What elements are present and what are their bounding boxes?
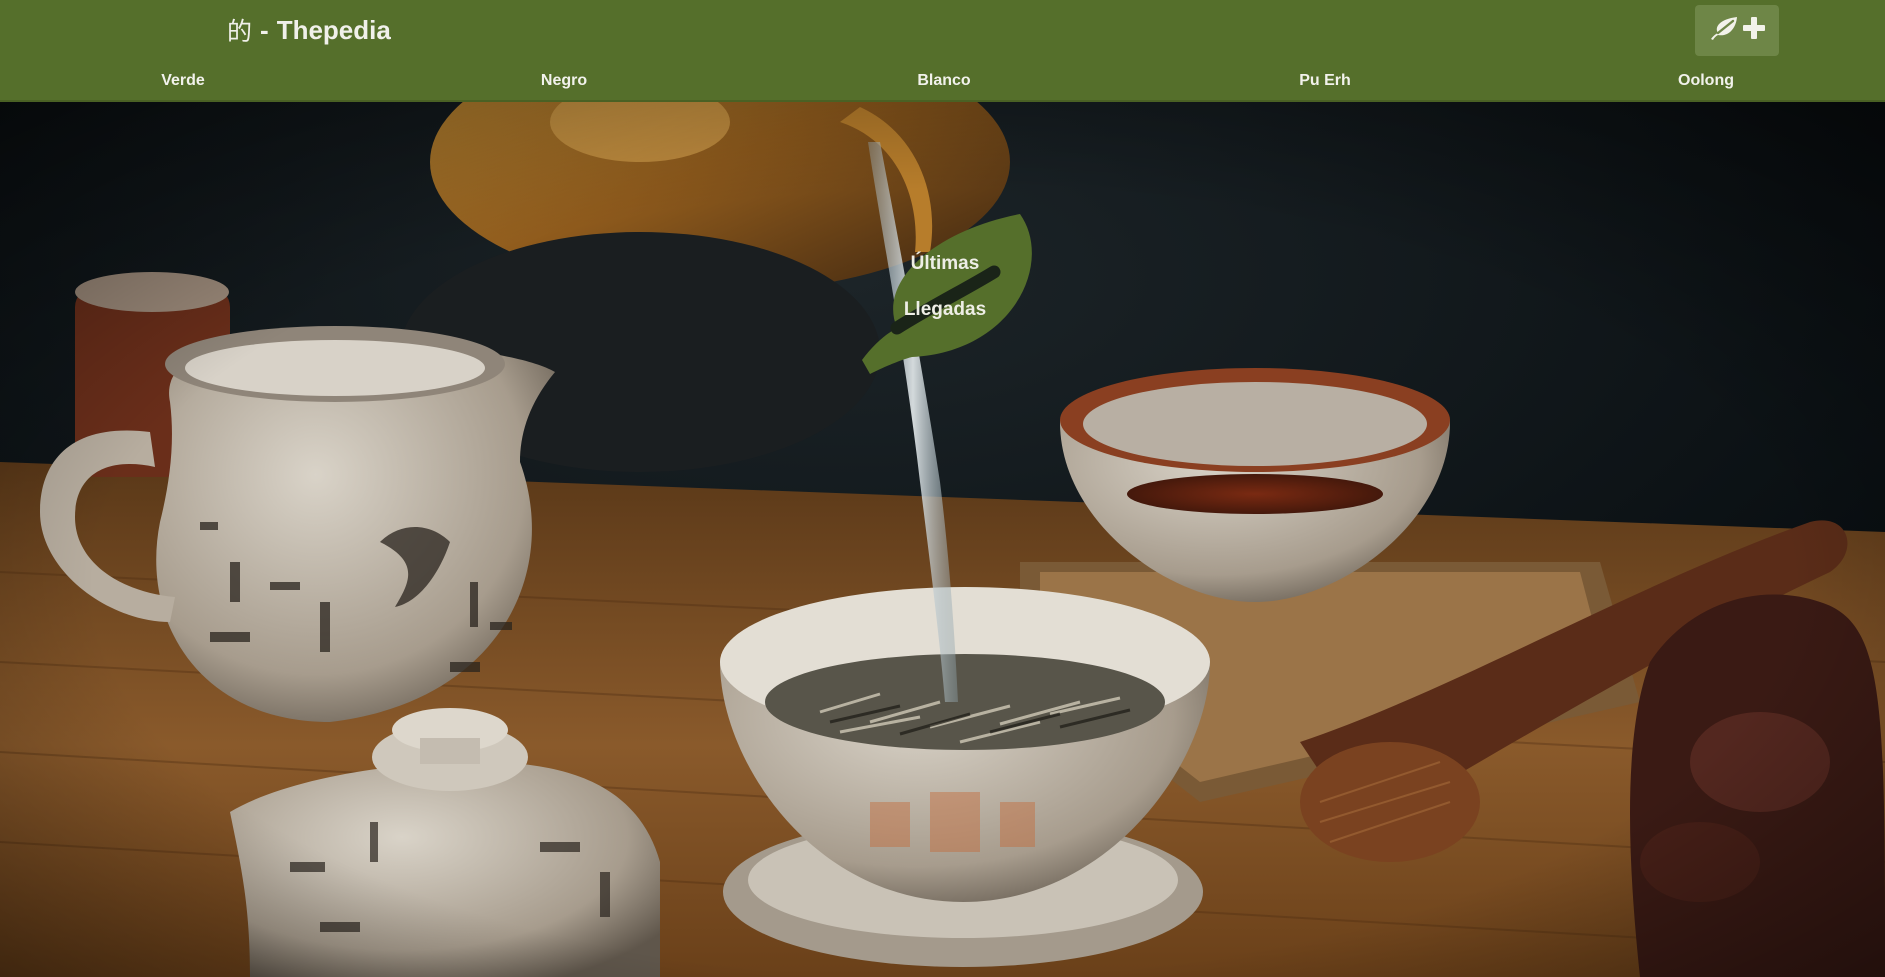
leaf-icon bbox=[862, 214, 1032, 374]
leaf-icon bbox=[1708, 15, 1740, 46]
latest-arrivals-line2: Llegadas bbox=[903, 299, 987, 320]
top-header: 的 - Thepedia Verde Negro Blanco Pu Erh O… bbox=[0, 0, 1885, 102]
latest-arrivals-badge[interactable]: Últimas Llegadas bbox=[842, 210, 1048, 375]
nav-item-blanco[interactable]: Blanco bbox=[917, 72, 970, 90]
brand-separator: - bbox=[260, 14, 269, 45]
tea-category-nav: Verde Negro Blanco Pu Erh Oolong bbox=[0, 72, 1885, 96]
nav-item-negro[interactable]: Negro bbox=[541, 72, 587, 90]
latest-arrivals-line1: Últimas bbox=[910, 253, 980, 274]
site-title: Thepedia bbox=[276, 14, 391, 45]
nav-item-pu-erh[interactable]: Pu Erh bbox=[1299, 72, 1351, 90]
add-tea-button[interactable] bbox=[1695, 5, 1779, 56]
plus-icon bbox=[1742, 16, 1766, 45]
site-brand[interactable]: 的 - Thepedia bbox=[227, 12, 391, 48]
brand-glyph: 的 bbox=[227, 17, 253, 46]
nav-item-verde[interactable]: Verde bbox=[161, 72, 205, 90]
nav-item-oolong[interactable]: Oolong bbox=[1678, 72, 1734, 90]
